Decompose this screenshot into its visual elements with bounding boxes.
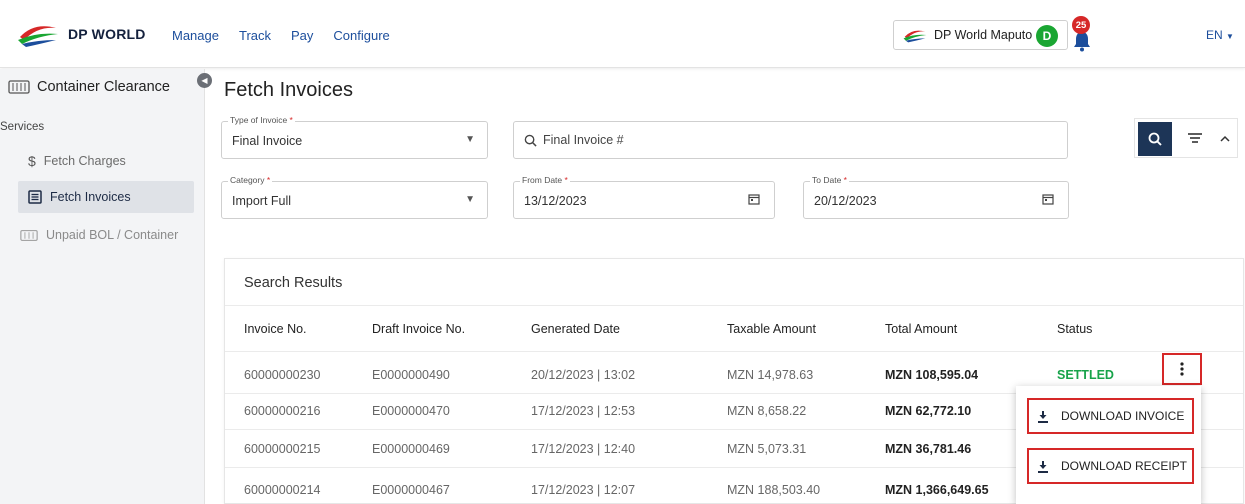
language-selector[interactable]: EN ▼ xyxy=(1206,28,1234,42)
chevron-up-icon[interactable] xyxy=(1219,133,1231,145)
divider xyxy=(225,351,1243,352)
sidebar-item-fetch-charges[interactable]: $ Fetch Charges xyxy=(18,145,194,177)
column-header-draft-invoice-no[interactable]: Draft Invoice No. xyxy=(372,322,465,336)
container-icon xyxy=(20,229,38,241)
caret-down-icon: ▼ xyxy=(1226,32,1234,41)
page-title: Fetch Invoices xyxy=(224,79,353,101)
divider xyxy=(225,305,1243,306)
notifications-button[interactable]: 25 xyxy=(1070,16,1100,56)
download-receipt-menu-item[interactable]: DOWNLOAD RECEIPT xyxy=(1027,448,1194,484)
from-date-value: 13/12/2023 xyxy=(524,194,587,208)
dp-world-logo[interactable]: DP WORLD xyxy=(16,20,146,48)
sidebar-collapse-button[interactable]: ◀ xyxy=(197,73,212,88)
sidebar-section-services: Services xyxy=(0,121,45,133)
cell-taxable-amount: MZN 8,658.22 xyxy=(727,404,807,418)
to-date-value: 20/12/2023 xyxy=(814,194,877,208)
container-icon xyxy=(8,80,30,94)
sidebar-item-label: Fetch Invoices xyxy=(50,190,131,204)
column-header-generated-date[interactable]: Generated Date xyxy=(531,322,620,336)
nav-track[interactable]: Track xyxy=(239,28,271,43)
download-receipt-label: DOWNLOAD RECEIPT xyxy=(1061,459,1188,473)
port-select-value: DP World Maputo xyxy=(934,28,1033,42)
calendar-icon[interactable] xyxy=(1042,193,1054,205)
language-label: EN xyxy=(1206,28,1223,42)
calendar-icon[interactable] xyxy=(748,193,760,205)
sidebar-item-label: Fetch Charges xyxy=(43,154,126,168)
download-invoice-label: DOWNLOAD INVOICE xyxy=(1061,409,1185,423)
cell-generated-date: 17/12/2023 | 12:53 xyxy=(531,404,636,418)
sidebar: Container Clearance Services $ Fetch Cha… xyxy=(0,69,205,504)
sidebar-item-unpaid-bol[interactable]: Unpaid BOL / Container xyxy=(10,219,186,251)
cell-invoice-no[interactable]: 60000000215 xyxy=(244,442,320,456)
cell-taxable-amount: MZN 5,073.31 xyxy=(727,442,807,456)
dp-world-port-icon xyxy=(903,30,927,43)
top-navigation-bar: DP WORLD Manage Track Pay Configure DP W… xyxy=(0,0,1245,68)
search-placeholder: Final Invoice # xyxy=(524,133,624,147)
field-label: Category * xyxy=(228,175,273,185)
chevron-left-icon: ◀ xyxy=(201,76,208,85)
cell-draft-invoice-no: E0000000467 xyxy=(372,483,450,497)
column-header-taxable-amount[interactable]: Taxable Amount xyxy=(727,322,816,336)
cell-generated-date: 20/12/2023 | 13:02 xyxy=(531,368,636,382)
search-icon xyxy=(524,134,537,147)
column-header-total-amount[interactable]: Total Amount xyxy=(885,322,957,336)
cell-invoice-no[interactable]: 60000000230 xyxy=(244,368,320,382)
row-actions-menu: DOWNLOAD INVOICE DOWNLOAD RECEIPT xyxy=(1016,386,1201,504)
download-invoice-menu-item[interactable]: DOWNLOAD INVOICE xyxy=(1027,398,1194,434)
category-select[interactable]: Category * Import Full ▼ xyxy=(221,175,488,219)
sidebar-item-label: Unpaid BOL / Container xyxy=(46,228,179,242)
search-icon xyxy=(1148,132,1162,146)
caret-down-icon: ▼ xyxy=(465,134,475,145)
filter-icon[interactable] xyxy=(1186,130,1204,146)
cell-generated-date: 17/12/2023 | 12:40 xyxy=(531,442,636,456)
cell-total-amount: MZN 62,772.10 xyxy=(885,404,972,418)
dp-world-logo-icon xyxy=(18,26,58,47)
download-icon xyxy=(1038,410,1048,423)
from-date-field[interactable]: From Date * 13/12/2023 xyxy=(513,175,775,219)
brand-name: DP WORLD xyxy=(68,26,146,42)
cell-taxable-amount: MZN 188,503.40 xyxy=(727,483,821,497)
field-label: From Date * xyxy=(520,175,570,185)
field-label: To Date * xyxy=(810,175,849,185)
cell-taxable-amount: MZN 14,978.63 xyxy=(727,368,814,382)
status-badge: SETTLED xyxy=(1057,368,1114,382)
column-header-status[interactable]: Status xyxy=(1057,322,1092,336)
list-icon xyxy=(28,190,42,204)
cell-total-amount: MZN 1,366,649.65 xyxy=(885,483,989,497)
cell-total-amount: MZN 108,595.04 xyxy=(885,368,979,382)
cell-invoice-no[interactable]: 60000000216 xyxy=(244,404,320,418)
to-date-field[interactable]: To Date * 20/12/2023 xyxy=(803,175,1069,219)
invoice-type-value: Final Invoice xyxy=(232,134,303,148)
user-avatar[interactable]: D xyxy=(1036,25,1058,47)
cell-generated-date: 17/12/2023 | 12:07 xyxy=(531,483,636,497)
cell-draft-invoice-no: E0000000470 xyxy=(372,404,450,418)
notification-count-badge: 25 xyxy=(1072,16,1090,34)
nav-pay[interactable]: Pay xyxy=(291,28,313,43)
sidebar-item-fetch-invoices[interactable]: Fetch Invoices xyxy=(18,181,194,213)
search-button[interactable] xyxy=(1138,122,1172,156)
sidebar-title-label: Container Clearance xyxy=(37,79,170,95)
invoice-type-select[interactable]: Type of Invoice * Final Invoice ▼ xyxy=(221,115,488,159)
nav-manage[interactable]: Manage xyxy=(172,28,219,43)
cell-total-amount: MZN 36,781.46 xyxy=(885,442,972,456)
search-results-title: Search Results xyxy=(244,275,343,291)
field-label: Type of Invoice * xyxy=(228,115,295,125)
search-toolbar xyxy=(1134,118,1238,158)
category-value: Import Full xyxy=(232,194,292,208)
cell-invoice-no[interactable]: 60000000214 xyxy=(244,483,320,497)
download-icon xyxy=(1038,460,1048,473)
row-actions-button[interactable] xyxy=(1162,353,1202,385)
dollar-icon: $ xyxy=(28,153,36,169)
column-header-invoice-no[interactable]: Invoice No. xyxy=(244,322,307,336)
nav-configure[interactable]: Configure xyxy=(333,28,389,43)
sidebar-title: Container Clearance xyxy=(8,79,170,95)
cell-draft-invoice-no: E0000000490 xyxy=(372,368,450,382)
cell-draft-invoice-no: E0000000469 xyxy=(372,442,450,456)
kebab-menu-icon xyxy=(1180,362,1184,376)
invoice-number-search-input[interactable]: Final Invoice # xyxy=(513,121,1068,159)
caret-down-icon: ▼ xyxy=(465,194,475,205)
main-nav: Manage Track Pay Configure xyxy=(172,28,390,43)
